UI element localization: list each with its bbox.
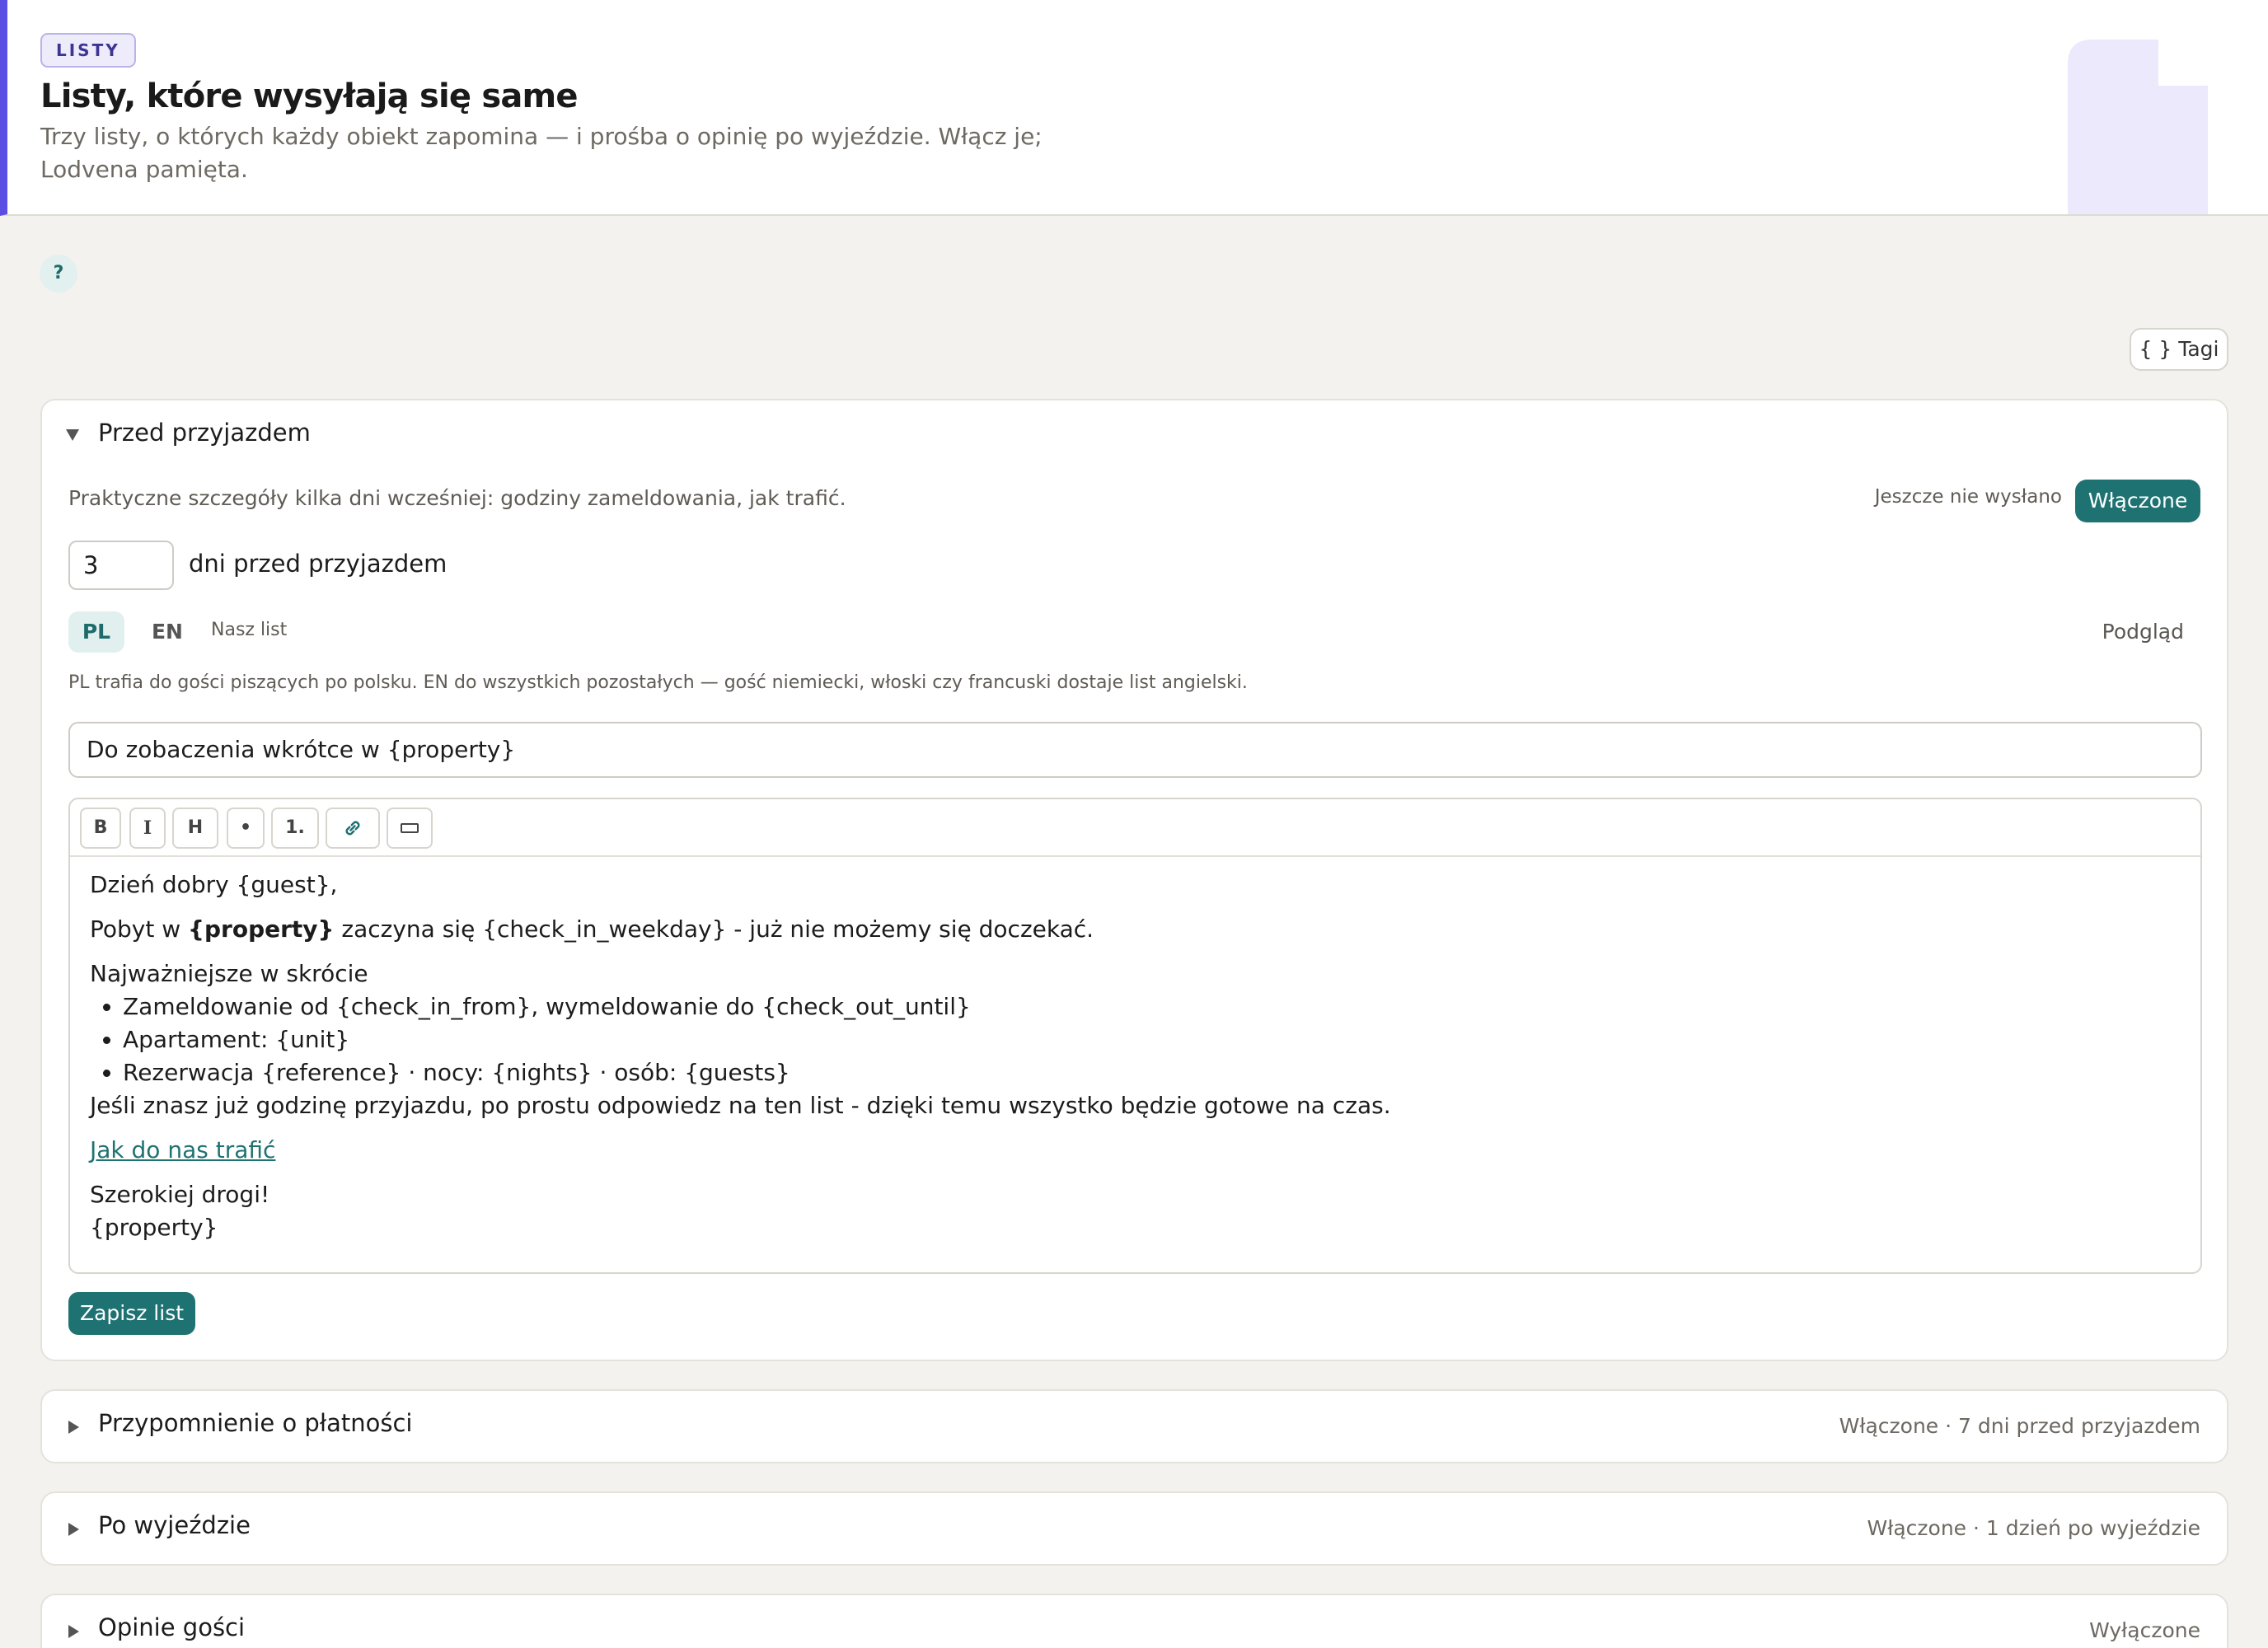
panel-status: Włączone · 1 dzień po wyjeździe [1867, 1516, 2200, 1540]
panel-title: Przypomnienie o płatności [98, 1409, 413, 1437]
chevron-right-icon [68, 1523, 79, 1536]
days-input[interactable]: 3 [68, 541, 174, 590]
tab-lang-pl[interactable]: PL [68, 611, 124, 653]
bold-button[interactable]: B [80, 808, 121, 849]
panel-title: Po wyjeździe [98, 1511, 251, 1539]
our-letter-label: Nasz list [211, 620, 288, 640]
tab-lang-en[interactable]: EN [141, 611, 194, 653]
chevron-right-icon [68, 1625, 79, 1638]
subject-field[interactable]: Do zobaczenia wkrótce w {property} [68, 722, 2202, 778]
panel-payment-reminder[interactable]: Przypomnienie o płatności Włączone · 7 d… [40, 1389, 2228, 1463]
page-header: LISTY Listy, które wysyłają się same Trz… [0, 0, 2268, 216]
page-title: Listy, które wysyłają się same [40, 77, 579, 115]
list-item: Rezerwacja {reference} · nocy: {nights} … [123, 1056, 2181, 1089]
summary-heading: Najważniejsze w skrócie [90, 960, 368, 987]
list-item: Apartament: {unit} [123, 1023, 2181, 1056]
page-subtitle: Trzy listy, o których każdy obiekt zapom… [40, 123, 1043, 183]
intro-line: Pobyt w {property} zaczyna się {check_in… [90, 915, 1094, 943]
panel-status: Wyłączone [2089, 1618, 2200, 1642]
chevron-right-icon [68, 1421, 79, 1434]
directions-link[interactable]: Jak do nas trafić [90, 1136, 275, 1163]
enabled-toggle[interactable]: Włączone [2075, 480, 2200, 522]
italic-button[interactable]: I [129, 808, 166, 849]
bullet-list-button[interactable]: • [227, 808, 265, 849]
divider-button[interactable] [387, 808, 433, 849]
days-label: dni przed przyjazdem [189, 550, 448, 578]
chevron-down-icon[interactable] [66, 429, 79, 441]
link-button[interactable] [326, 808, 380, 849]
summary-list: Zameldowanie od {check_in_from}, wymeldo… [123, 990, 2181, 1089]
section-badge: LISTY [40, 33, 136, 68]
tags-button[interactable]: { } Tagi [2130, 328, 2228, 371]
document-icon [2068, 40, 2208, 214]
save-letter-button[interactable]: Zapisz list [68, 1292, 195, 1335]
heading-button[interactable]: H [172, 808, 218, 849]
numbered-list-button[interactable]: 1. [271, 808, 319, 849]
editor-toolbar: B I H • 1. [70, 799, 2200, 857]
closing-line: Szerokiej drogi! [90, 1181, 270, 1208]
letter-editor: B I H • 1. Dzień dobry {guest}, Pobyt w … [68, 798, 2202, 1274]
send-status: Jeszcze nie wysłano [1874, 486, 2062, 508]
link-icon [345, 821, 360, 836]
preview-button[interactable]: Podgląd [2102, 620, 2184, 644]
editor-content[interactable]: Dzień dobry {guest}, Pobyt w {property} … [70, 857, 2200, 1256]
panel-description: Praktyczne szczegóły kilka dni wcześniej… [68, 486, 846, 510]
panel-status: Włączone · 7 dni przed przyjazdem [1839, 1414, 2200, 1438]
help-button[interactable]: ? [40, 255, 77, 293]
greeting-line: Dzień dobry {guest}, [90, 871, 338, 898]
language-info: PL trafia do gości piszących po polsku. … [68, 672, 1248, 693]
panel-after-departure[interactable]: Po wyjeździe Włączone · 1 dzień po wyjeź… [40, 1491, 2228, 1566]
panel-guest-reviews[interactable]: Opinie gości Wyłączone [40, 1594, 2228, 1648]
horizontal-rule-icon [401, 823, 419, 833]
list-item: Zameldowanie od {check_in_from}, wymeldo… [123, 990, 2181, 1023]
arrival-note: Jeśli znasz już godzinę przyjazdu, po pr… [90, 1092, 1391, 1119]
signature-line: {property} [90, 1214, 218, 1241]
panel-title: Opinie gości [98, 1613, 246, 1641]
panel-before-arrival: Przed przyjazdem Praktyczne szczegóły ki… [40, 399, 2228, 1361]
panel-title[interactable]: Przed przyjazdem [98, 419, 311, 447]
